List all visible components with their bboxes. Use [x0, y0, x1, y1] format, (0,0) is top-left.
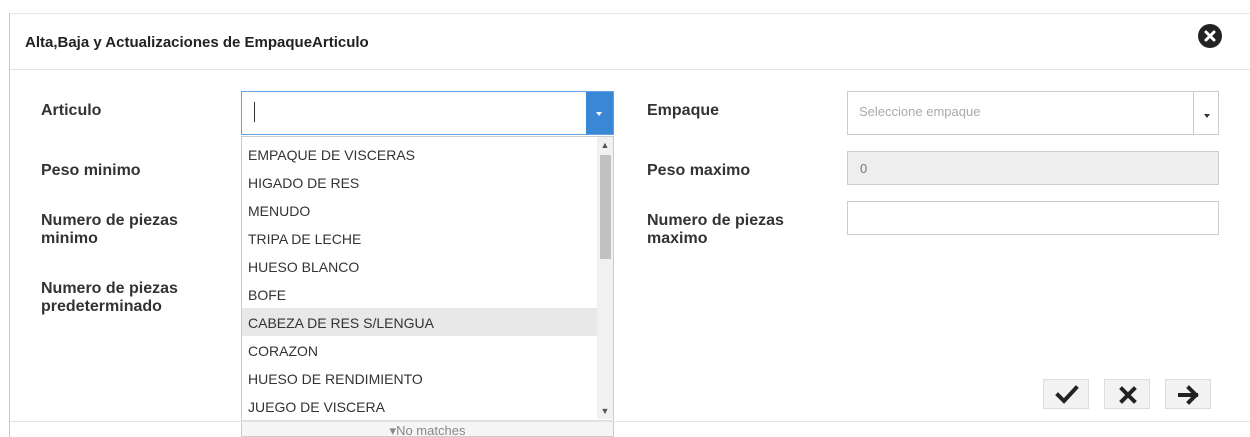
- peso-maximo-label: Peso maximo: [647, 162, 751, 179]
- peso-maximo-input[interactable]: [847, 151, 1219, 185]
- articulo-dropdown-list[interactable]: EMPAQUE DE VISCERAS HIGADO DE RES MENUDO…: [241, 136, 614, 437]
- no-matches-footer: ▾No matches: [242, 420, 613, 437]
- list-item[interactable]: EMPAQUE DE VISCERAS: [242, 140, 597, 168]
- arrow-right-icon: [1178, 385, 1199, 405]
- list-item[interactable]: CORAZON: [242, 336, 597, 364]
- num-piezas-predet-line1: Numero de piezas: [41, 280, 178, 297]
- num-piezas-minimo-line2: minimo: [41, 230, 98, 247]
- cancel-button[interactable]: [1104, 379, 1150, 409]
- scroll-up-icon[interactable]: ▲: [597, 137, 613, 153]
- articulo-dropdown-toggle[interactable]: [586, 92, 613, 134]
- no-matches-text: No matches: [396, 423, 466, 437]
- x-icon: [1119, 386, 1137, 404]
- num-piezas-maximo-input[interactable]: [847, 201, 1219, 235]
- articulo-search-input[interactable]: [242, 92, 587, 134]
- list-item[interactable]: JUEGO DE VISCERA: [242, 392, 597, 420]
- empaque-placeholder: Seleccione empaque: [859, 104, 981, 119]
- num-piezas-maximo-line1: Numero de piezas: [647, 212, 784, 229]
- header-divider: [10, 69, 1250, 70]
- num-piezas-minimo-line1: Numero de piezas: [41, 212, 178, 229]
- scrollbar-thumb[interactable]: [600, 155, 611, 259]
- num-piezas-maximo-line2: maximo: [647, 230, 708, 247]
- close-button[interactable]: [1198, 24, 1222, 48]
- footer-divider: [10, 421, 1250, 422]
- confirm-button[interactable]: [1043, 379, 1089, 409]
- num-piezas-predeterminado-label: Numero de piezas predeterminado: [41, 280, 178, 316]
- num-piezas-predet-line2: predeterminado: [41, 298, 162, 315]
- list-item[interactable]: HUESO DE RENDIMIENTO: [242, 364, 597, 392]
- empaque-select[interactable]: Seleccione empaque: [847, 91, 1219, 135]
- empaque-label: Empaque: [647, 102, 720, 119]
- list-item[interactable]: HUESO BLANCO: [242, 252, 597, 280]
- next-button[interactable]: [1165, 379, 1211, 409]
- checkmark-icon: [1055, 385, 1079, 404]
- list-item[interactable]: HIGADO DE RES: [242, 168, 597, 196]
- peso-minimo-label: Peso minimo: [41, 162, 141, 179]
- select-separator: [1193, 92, 1194, 134]
- close-circle-icon: [1204, 30, 1216, 42]
- articulo-combobox[interactable]: [241, 91, 614, 135]
- list-item-highlighted[interactable]: CABEZA DE RES S/LENGUA: [242, 308, 597, 336]
- text-caret: [254, 102, 255, 122]
- chevron-down-icon: [1204, 114, 1210, 118]
- scroll-down-icon[interactable]: ▼: [597, 403, 613, 419]
- list-item[interactable]: TRIPA DE LECHE: [242, 224, 597, 252]
- num-piezas-minimo-label: Numero de piezas minimo: [41, 212, 178, 248]
- list-item[interactable]: BOFE: [242, 280, 597, 308]
- num-piezas-maximo-label: Numero de piezas maximo: [647, 212, 784, 248]
- list-item[interactable]: MENUDO: [242, 196, 597, 224]
- dialog-title: Alta,Baja y Actualizaciones de EmpaqueAr…: [25, 34, 369, 51]
- articulo-label: Articulo: [41, 102, 102, 119]
